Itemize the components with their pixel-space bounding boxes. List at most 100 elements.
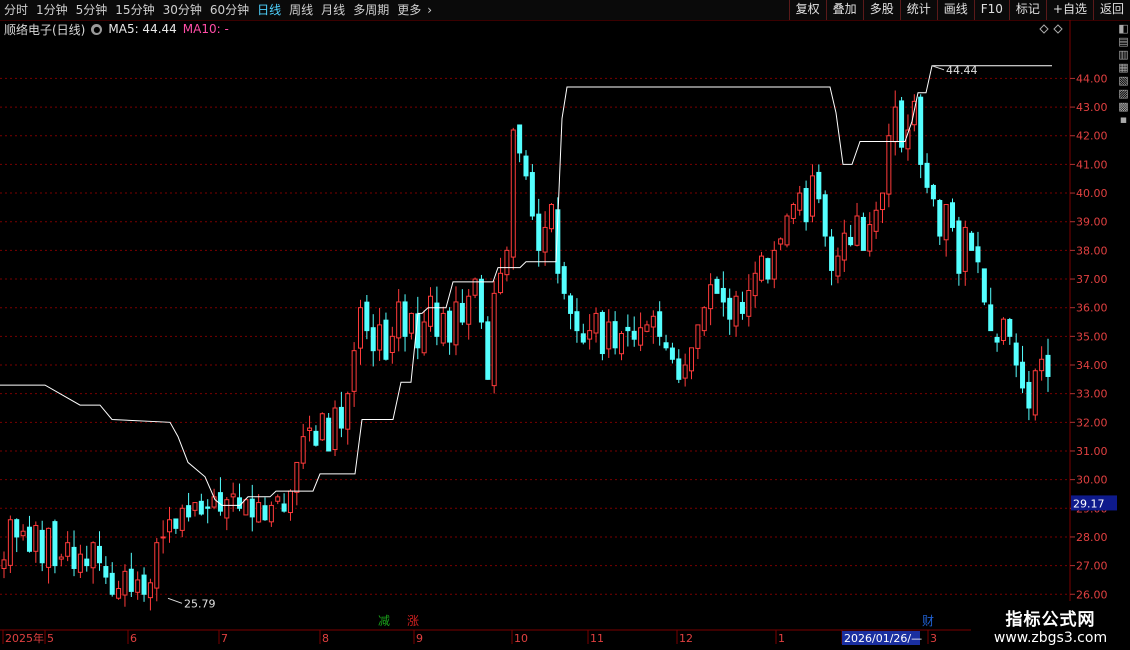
candle-body bbox=[90, 542, 96, 569]
candle-body bbox=[109, 572, 115, 595]
toolbar-button[interactable]: +自选 bbox=[1045, 0, 1093, 20]
candle-body bbox=[338, 406, 344, 429]
toolbar-button[interactable]: 叠加 bbox=[825, 0, 863, 20]
side-panel-icon[interactable]: ▤ bbox=[1117, 35, 1130, 48]
candle-body bbox=[739, 301, 745, 314]
side-panel-icon[interactable]: ▥ bbox=[1117, 48, 1130, 61]
candle-body bbox=[899, 100, 905, 148]
candle-body bbox=[708, 284, 714, 310]
candle-body bbox=[860, 216, 866, 251]
candle-body bbox=[46, 527, 52, 568]
candle-body bbox=[975, 246, 981, 263]
candle-body bbox=[523, 155, 529, 177]
candle-body bbox=[561, 266, 567, 294]
period-tab[interactable]: 多周期 bbox=[349, 0, 393, 20]
candle-body bbox=[663, 342, 669, 349]
candle-body bbox=[695, 324, 701, 349]
candle-body bbox=[892, 106, 898, 143]
current-price-label: 29.17 bbox=[1073, 497, 1105, 510]
toolbar-button[interactable]: 画线 bbox=[936, 0, 974, 20]
candle-body bbox=[217, 492, 223, 512]
candle-body bbox=[466, 295, 472, 325]
candle-body bbox=[173, 518, 179, 529]
candle-body bbox=[1007, 319, 1013, 337]
candle-body bbox=[631, 330, 637, 340]
candle-body bbox=[879, 192, 885, 211]
candle-body bbox=[784, 215, 790, 246]
price-grid bbox=[0, 20, 1071, 630]
candle-body bbox=[26, 526, 32, 552]
candle-body bbox=[167, 519, 173, 533]
candle-body bbox=[580, 333, 586, 343]
toolbar-button[interactable]: F10 bbox=[973, 0, 1009, 20]
side-panel-icon[interactable]: ▧ bbox=[1117, 74, 1130, 87]
x-tick-label: 5 bbox=[47, 632, 54, 645]
period-tab[interactable]: 60分钟 bbox=[206, 0, 253, 20]
candle-body bbox=[1020, 361, 1026, 389]
toolbar-button[interactable]: 多股 bbox=[862, 0, 900, 20]
candlestick-chart[interactable]: 44.00 43.00 42.00 41.00 40.00 39.00 38.00 37.00… bbox=[0, 20, 1130, 650]
candle-body bbox=[154, 542, 160, 589]
candle-body bbox=[510, 129, 516, 258]
y-tick-label: 44.00 bbox=[1076, 72, 1108, 85]
candle-body bbox=[1013, 342, 1019, 366]
side-panel-strip[interactable]: ◧ ▤ ▥ ▦ ▧ ▨ ▩ ▪ bbox=[1117, 22, 1130, 422]
candle-body bbox=[160, 536, 166, 539]
toolbar-button[interactable]: 返回 bbox=[1092, 0, 1130, 20]
candle-body bbox=[701, 307, 707, 332]
period-tab[interactable]: 更多 bbox=[393, 0, 425, 20]
candle-body bbox=[625, 326, 631, 332]
side-panel-icon[interactable]: ▦ bbox=[1117, 61, 1130, 74]
period-tab[interactable]: 15分钟 bbox=[111, 0, 158, 20]
candle-body bbox=[1, 559, 7, 569]
high-pointer bbox=[931, 65, 945, 71]
x-tick-label: 1 bbox=[778, 632, 785, 645]
diamond-icon bbox=[1039, 24, 1049, 34]
candle-body bbox=[517, 124, 523, 154]
toolbar-button[interactable]: 统计 bbox=[899, 0, 937, 20]
candle-body bbox=[447, 310, 453, 343]
period-tab[interactable]: 周线 bbox=[285, 0, 317, 20]
period-tab[interactable]: 30分钟 bbox=[159, 0, 206, 20]
period-tab[interactable]: 分时 bbox=[0, 0, 32, 20]
toolbar-button[interactable]: 复权 bbox=[788, 0, 826, 20]
side-panel-icon[interactable]: ◧ bbox=[1117, 22, 1130, 35]
period-tab[interactable]: 5分钟 bbox=[72, 0, 112, 20]
y-tick-label: 37.00 bbox=[1076, 273, 1108, 286]
x-tick-label: 8 bbox=[322, 632, 329, 645]
period-tab[interactable]: 1分钟 bbox=[32, 0, 72, 20]
event-marker: 财 bbox=[922, 614, 934, 628]
x-tick-label: 10 bbox=[514, 632, 528, 645]
side-panel-icon[interactable]: ▨ bbox=[1117, 87, 1130, 100]
candle-body bbox=[733, 295, 739, 327]
y-tick-label: 38.00 bbox=[1076, 244, 1108, 257]
candle-body bbox=[867, 224, 873, 252]
more-chevron-icon[interactable]: › bbox=[425, 0, 434, 20]
period-tab[interactable]: 月线 bbox=[317, 0, 349, 20]
side-panel-icon[interactable]: ▪ bbox=[1117, 113, 1130, 126]
candle-body bbox=[809, 175, 815, 217]
candle-body bbox=[988, 304, 994, 332]
y-tick-label: 43.00 bbox=[1076, 101, 1108, 114]
candle-body bbox=[790, 204, 796, 219]
candle-body bbox=[886, 135, 892, 195]
candle-body bbox=[548, 204, 554, 230]
candle-body bbox=[249, 498, 255, 518]
toolbar-button[interactable]: 标记 bbox=[1008, 0, 1046, 20]
candle-body bbox=[294, 461, 300, 493]
side-panel-icon[interactable]: ▩ bbox=[1117, 100, 1130, 113]
candle-body bbox=[1032, 370, 1038, 416]
watermark-logo-text: 指标公式网 bbox=[1005, 610, 1096, 630]
candle-body bbox=[841, 232, 847, 261]
candle-body bbox=[498, 272, 504, 294]
candle-body bbox=[224, 499, 230, 519]
candle-body bbox=[39, 529, 45, 564]
candle-body bbox=[714, 278, 720, 294]
event-marker: 减 bbox=[378, 614, 390, 628]
candle-body bbox=[746, 289, 752, 317]
period-tab[interactable]: 日线 bbox=[253, 0, 285, 20]
candle-body bbox=[262, 505, 268, 521]
x-tick-label: 6 bbox=[130, 632, 137, 645]
candle-body bbox=[135, 579, 141, 593]
candle-body bbox=[307, 427, 313, 431]
